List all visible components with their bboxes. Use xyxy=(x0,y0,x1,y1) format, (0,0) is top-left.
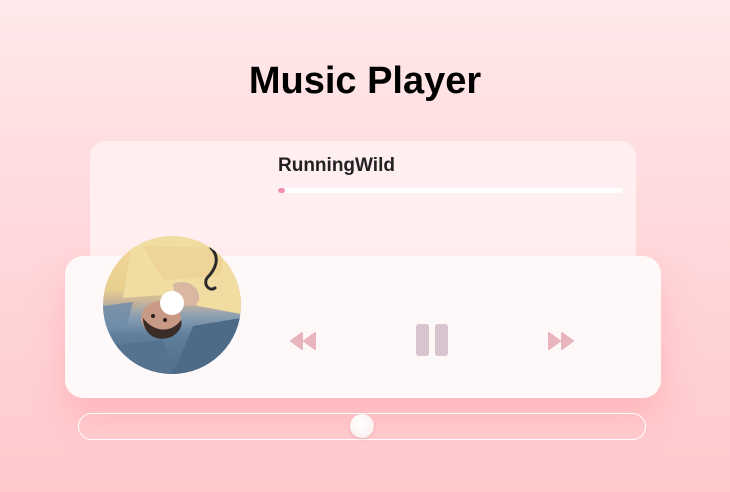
volume-slider[interactable] xyxy=(78,413,646,440)
volume-slider-thumb[interactable] xyxy=(350,414,374,438)
pause-icon xyxy=(416,324,448,356)
page-title: Music Player xyxy=(248,60,482,102)
track-progress-bar[interactable] xyxy=(278,188,623,193)
disc-center-hole xyxy=(160,291,184,315)
rewind-icon xyxy=(290,332,316,350)
previous-button[interactable] xyxy=(289,332,317,350)
pause-button[interactable] xyxy=(415,323,449,357)
next-button[interactable] xyxy=(547,332,575,350)
track-progress-fill xyxy=(278,188,285,193)
track-name: RunningWild xyxy=(278,155,395,176)
fast-forward-icon xyxy=(548,332,574,350)
